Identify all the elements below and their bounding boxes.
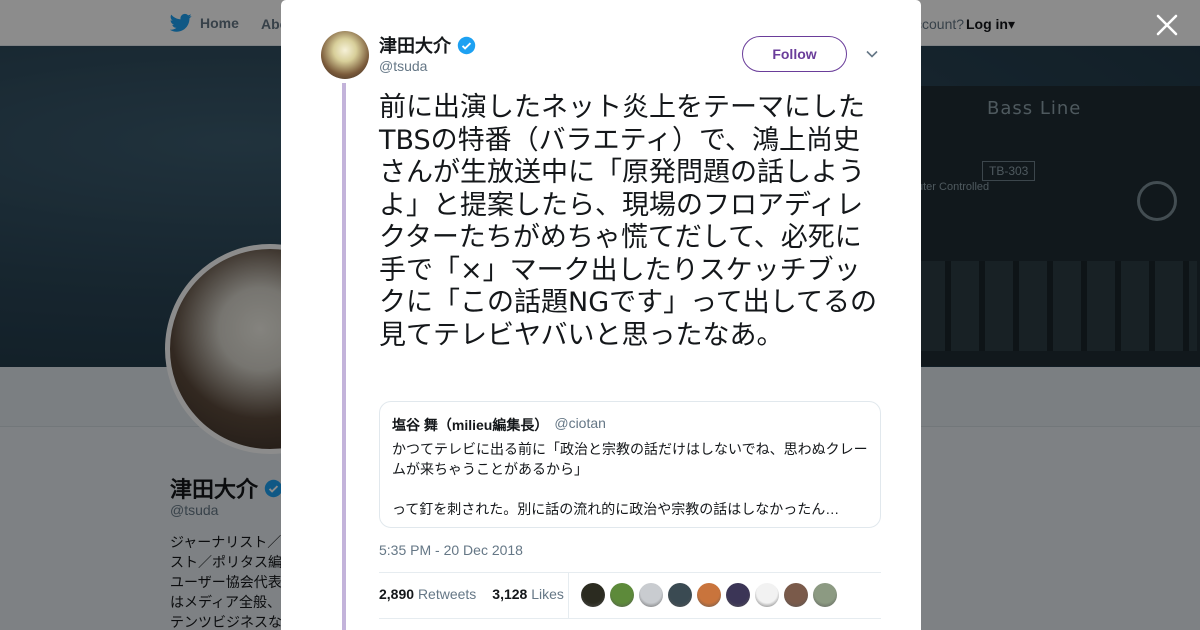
author-name-text: 津田大介 (379, 36, 451, 56)
chevron-down-icon[interactable] (864, 46, 880, 62)
divider (568, 573, 569, 618)
quoted-text-line: かつてテレビに出る前に「政治と宗教の話だけはしないでね、思わぬクレー (392, 441, 868, 457)
likes-label: Likes (531, 586, 564, 602)
close-icon[interactable] (1154, 12, 1180, 38)
quoted-tweet-header: 塩谷 舞（milieu編集長） @ciotan (392, 415, 868, 435)
tweet-text: 前に出演したネット炎上をテーマにしたTBSの特番（バラエティ）で、鴻上尚史さんが… (379, 92, 877, 351)
liker-avatar[interactable] (639, 583, 663, 607)
quoted-author-name: 塩谷 舞（milieu編集長） (392, 417, 549, 433)
tweet-modal: 津田大介 @tsuda Follow 前に出演したネット炎上をテーマにしたTBS… (281, 0, 921, 630)
likes-stat[interactable]: 3,128 Likes (492, 586, 564, 602)
liker-avatar[interactable] (581, 583, 605, 607)
quoted-author-handle: @ciotan (554, 415, 606, 431)
liker-avatar[interactable] (813, 583, 837, 607)
quoted-tweet-body: かつてテレビに出る前に「政治と宗教の話だけはしないでね、思わぬクレー ムが来ちゃ… (392, 439, 868, 519)
quoted-text-line: ムが来ちゃうことがあるから」 (392, 461, 588, 477)
liker-avatar[interactable] (610, 583, 634, 607)
tweet-timestamp[interactable]: 5:35 PM - 20 Dec 2018 (379, 542, 523, 558)
quoted-tweet[interactable]: 塩谷 舞（milieu編集長） @ciotan かつてテレビに出る前に「政治と宗… (379, 401, 881, 528)
liker-avatars (581, 583, 837, 607)
divider (379, 618, 881, 619)
liker-avatar[interactable] (697, 583, 721, 607)
tweet-stats: 2,890 Retweets 3,128 Likes (379, 586, 564, 602)
author-avatar[interactable] (321, 31, 369, 79)
liker-avatar[interactable] (726, 583, 750, 607)
retweets-stat[interactable]: 2,890 Retweets (379, 586, 476, 602)
retweets-count: 2,890 (379, 586, 415, 602)
liker-avatar[interactable] (784, 583, 808, 607)
thread-line (342, 83, 346, 630)
quoted-text-line: って釘を刺された。別に話の流れ的に政治や宗教の話はしなかったん… (392, 501, 840, 517)
divider (379, 572, 881, 573)
likes-count: 3,128 (492, 586, 528, 602)
verified-badge-icon (457, 36, 476, 54)
follow-button[interactable]: Follow (742, 36, 847, 72)
author-handle[interactable]: @tsuda (379, 58, 427, 74)
author-name[interactable]: 津田大介 (379, 32, 476, 58)
liker-avatar[interactable] (668, 583, 692, 607)
liker-avatar[interactable] (755, 583, 779, 607)
quoted-text-line (392, 479, 868, 499)
retweets-label: Retweets (417, 586, 477, 602)
